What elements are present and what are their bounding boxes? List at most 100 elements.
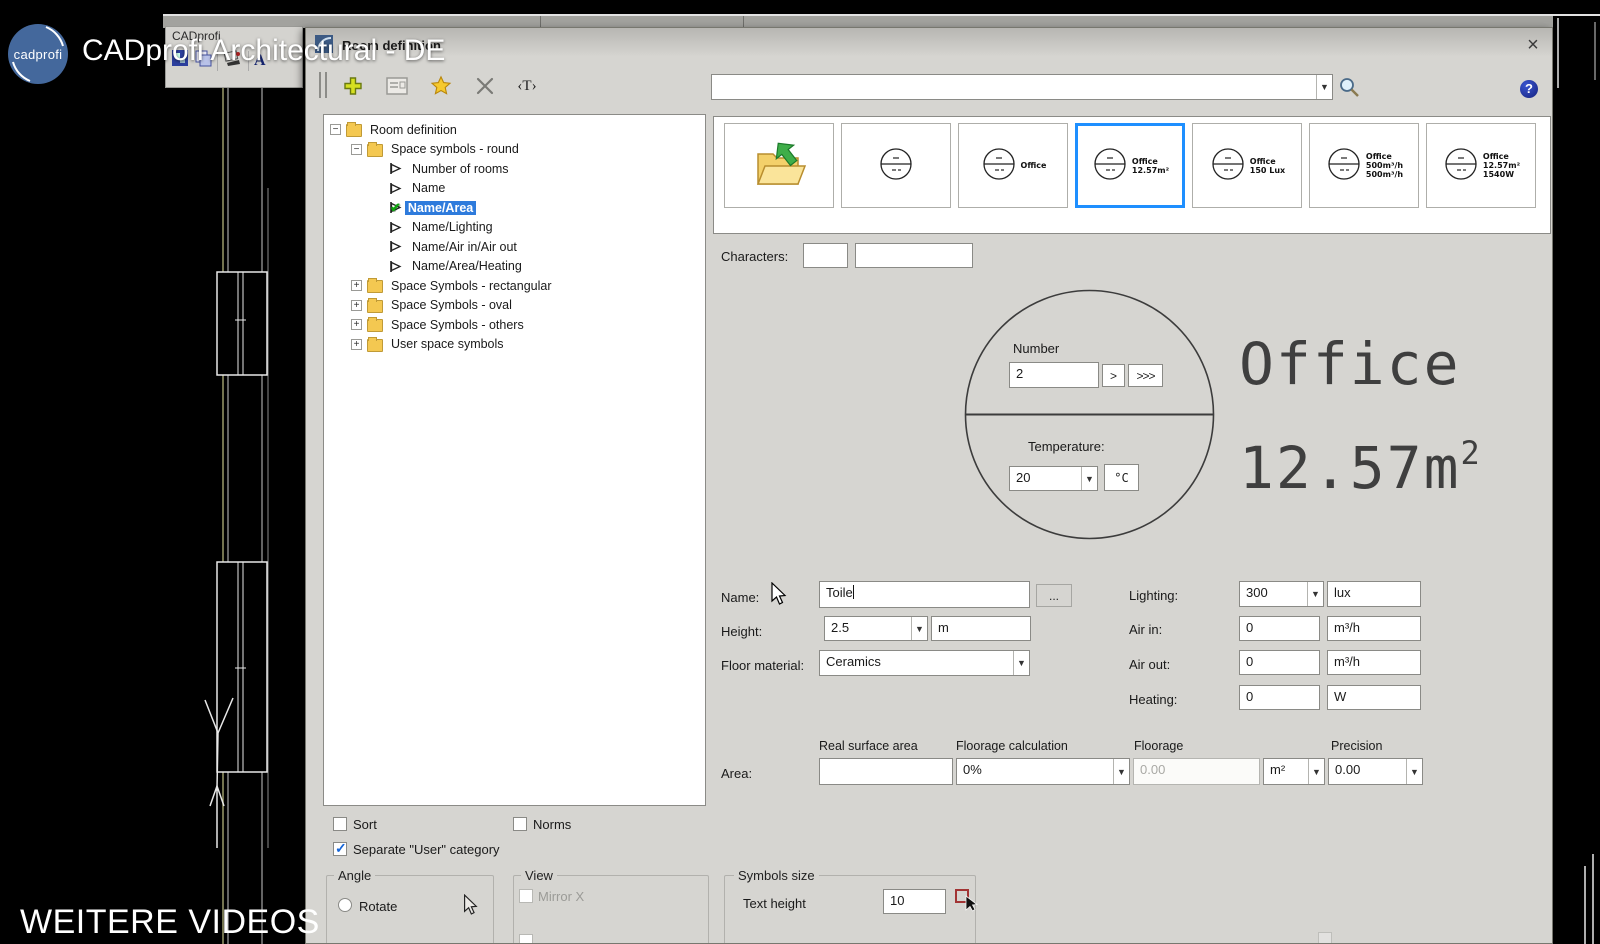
close-icon[interactable]: × <box>1521 34 1545 56</box>
name-input[interactable]: Toile <box>819 581 1030 608</box>
tree-item-label: Room definition <box>370 122 457 137</box>
symbols-size-group-title: Symbols size <box>734 868 819 883</box>
temperature-unit-button[interactable]: °C <box>1104 464 1139 491</box>
name-browse-button[interactable]: ... <box>1036 584 1072 607</box>
characters-field-1[interactable] <box>803 243 848 268</box>
precision-combobox[interactable]: 0.00 ▼ <box>1328 758 1423 785</box>
floorage-calculation-combobox[interactable]: 0% ▼ <box>956 758 1130 785</box>
delete-icon[interactable] <box>472 73 498 99</box>
characters-field-2[interactable] <box>855 243 973 268</box>
thumbnail-symbol-blank[interactable] <box>841 123 951 208</box>
name-label: Name: <box>721 590 760 605</box>
number-input[interactable]: 2 <box>1009 362 1099 388</box>
temperature-combobox[interactable]: 20 ▼ <box>1009 466 1098 491</box>
tree-item-label: Name/Area/Heating <box>412 259 522 274</box>
chevron-down-icon[interactable]: ▼ <box>1307 582 1323 606</box>
expand-icon[interactable]: + <box>351 299 362 311</box>
video-title[interactable]: CADprofi Architectural - DE <box>82 34 445 68</box>
folder-icon <box>367 278 383 294</box>
floor-material-label: Floor material: <box>721 658 805 673</box>
area-unit-combobox[interactable]: m² ▼ <box>1263 758 1325 785</box>
tree-item-space-symbols-round[interactable]: − Space symbols - round <box>324 140 705 160</box>
pick-on-screen-icon[interactable] <box>954 886 980 915</box>
height-unit-field[interactable]: m <box>931 616 1031 641</box>
cad-drawing-right-sliver <box>1557 18 1596 944</box>
air-in-input[interactable]: 0 <box>1239 616 1320 641</box>
air-in-unit-field[interactable]: m³/h <box>1327 616 1421 641</box>
faint-bottom-checkbox[interactable] <box>1318 932 1332 943</box>
chevron-down-icon[interactable]: ▼ <box>1308 759 1324 784</box>
area-unit-value: m² <box>1270 762 1286 777</box>
tree-item-name-air-in-air-out[interactable]: Name/Air in/Air out <box>324 237 705 257</box>
chevron-down-icon[interactable]: ▼ <box>1013 651 1029 675</box>
tree-item-name-lighting[interactable]: Name/Lighting <box>324 218 705 238</box>
expand-icon[interactable]: + <box>351 319 362 331</box>
search-combobox[interactable]: ▼ <box>711 74 1333 100</box>
separate-user-category-label: Separate "User" category <box>353 842 500 857</box>
add-icon[interactable] <box>340 73 366 99</box>
air-out-unit-field[interactable]: m³/h <box>1327 650 1421 675</box>
mirror-y-checkbox-partial[interactable] <box>519 934 533 943</box>
collapse-icon[interactable]: − <box>351 143 362 155</box>
air-out-input[interactable]: 0 <box>1239 650 1320 675</box>
dialog-titlebar[interactable]: Room definition <box>306 28 1552 62</box>
tree-item-name-area[interactable]: ✔ Name/Area <box>324 198 705 218</box>
form-icon[interactable] <box>384 73 410 99</box>
help-icon[interactable]: ? <box>1520 80 1538 98</box>
chevron-down-icon[interactable]: ▼ <box>1406 759 1422 784</box>
folder-icon <box>346 122 362 138</box>
height-combobox[interactable]: 2.5 ▼ <box>824 616 928 641</box>
favorites-star-icon[interactable] <box>428 73 454 99</box>
tree-item-name-area-heating[interactable]: Name/Area/Heating <box>324 257 705 277</box>
chevron-down-icon[interactable]: ▼ <box>1081 467 1097 490</box>
expand-icon[interactable]: + <box>351 280 362 292</box>
tree-item-space-symbols-rectangular[interactable]: + Space Symbols - rectangular <box>324 276 705 296</box>
floor-material-combobox[interactable]: Ceramics ▼ <box>819 650 1030 676</box>
chevron-down-icon[interactable]: ▼ <box>1113 759 1129 784</box>
separate-user-category-checkbox[interactable]: ✓ <box>333 840 347 856</box>
chevron-down-icon[interactable]: ▼ <box>1316 75 1332 99</box>
heating-unit-field[interactable]: W <box>1327 685 1421 710</box>
room-symbol-icon <box>1442 145 1480 186</box>
tree-item-label: Name/Air in/Air out <box>412 239 517 254</box>
expand-icon[interactable]: + <box>351 338 362 350</box>
search-value[interactable] <box>712 75 1316 99</box>
norms-checkbox[interactable] <box>513 817 527 831</box>
air-out-label: Air out: <box>1129 657 1171 672</box>
more-videos-label[interactable]: WEITERE VIDEOS <box>20 903 320 942</box>
thumbnail-symbol-Office-150 Lux[interactable]: Office 150 Lux <box>1192 123 1302 208</box>
text-symbol-icon[interactable]: ‹T› <box>514 73 540 99</box>
real-surface-area-input[interactable] <box>819 758 953 785</box>
rotate-radio[interactable] <box>338 898 352 912</box>
tree-item-room-definition[interactable]: − Room definition <box>324 120 705 140</box>
lighting-combobox[interactable]: 300 ▼ <box>1239 581 1324 607</box>
text-height-input[interactable]: 10 <box>883 889 946 914</box>
sort-checkbox[interactable] <box>333 817 347 831</box>
thumbnail-symbol-Office-12.57m²-1540W[interactable]: Office 12.57m² 1540W <box>1426 123 1536 208</box>
thumbnail-caption: Office 150 Lux <box>1249 156 1286 175</box>
toolbar-drag-handle[interactable] <box>319 72 327 98</box>
collapse-icon[interactable]: − <box>330 124 341 136</box>
tree-item-space-symbols-others[interactable]: + Space Symbols - others <box>324 315 705 335</box>
thumbnail-symbol-Office-500m³/h-500m³/h[interactable]: Office 500m³/h 500m³/h <box>1309 123 1419 208</box>
tree-item-number-of-rooms[interactable]: Number of rooms <box>324 159 705 179</box>
number-next-button[interactable]: > <box>1102 364 1125 387</box>
mirror-x-checkbox[interactable] <box>519 889 533 903</box>
search-icon[interactable] <box>1338 76 1360 101</box>
thumbnail-symbol-Office[interactable]: Office <box>958 123 1068 208</box>
lighting-unit-field[interactable]: lux <box>1327 581 1421 607</box>
chevron-down-icon[interactable]: ▼ <box>911 617 927 640</box>
tree-item-name[interactable]: Name <box>324 179 705 199</box>
symbol-flag-icon <box>388 162 404 175</box>
number-auto-button[interactable]: >>> <box>1128 364 1163 387</box>
heating-input[interactable]: 0 <box>1239 685 1320 710</box>
tree-item-user-space-symbols[interactable]: + User space symbols <box>324 335 705 355</box>
tree-item-space-symbols-oval[interactable]: + Space Symbols - oval <box>324 296 705 316</box>
mouse-cursor-icon <box>768 581 788 609</box>
floorage-calculation-header: Floorage calculation <box>956 739 1068 753</box>
real-surface-area-header: Real surface area <box>819 739 918 753</box>
thumbnail-folder-up[interactable] <box>724 123 834 208</box>
thumbnail-symbol-Office-12.57m²[interactable]: Office 12.57m² <box>1075 123 1185 208</box>
